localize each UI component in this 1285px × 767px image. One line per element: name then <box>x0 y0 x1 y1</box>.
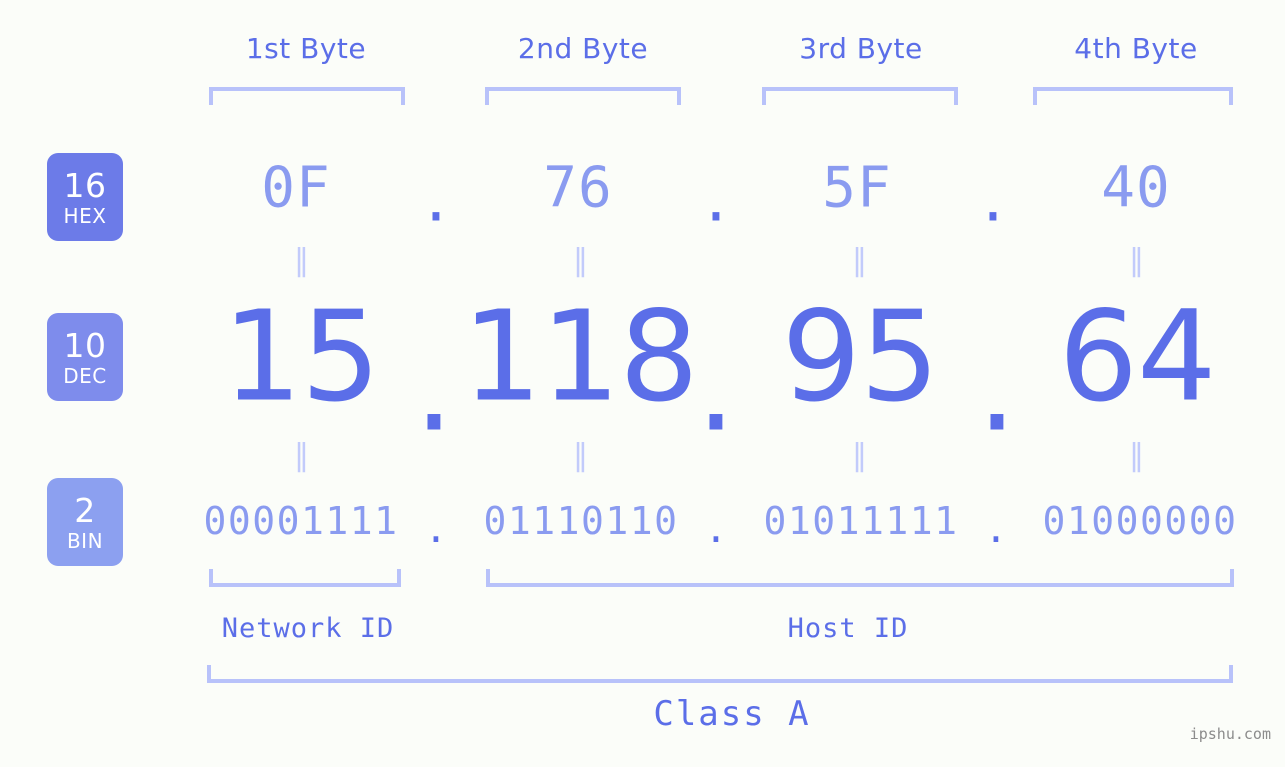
byte-bracket-top-4 <box>1033 87 1233 105</box>
radix-badge-bin: 2 BIN <box>47 478 123 566</box>
bin-separator-2: . <box>704 507 728 551</box>
byte-header-label-3: 3rd Byte <box>799 32 923 65</box>
byte-header-label-2: 2nd Byte <box>517 32 649 65</box>
bin-octet-4: 01000000 <box>1042 499 1238 543</box>
radix-badge-dec-number: 10 <box>63 325 107 365</box>
hex-octet-4: 40 <box>1101 155 1171 221</box>
dec-octet-2: 118 <box>462 284 699 430</box>
radix-badge-bin-abbr: BIN <box>66 528 104 553</box>
hex-separator-1: . <box>419 169 453 235</box>
equivalence-symbol-dec-bin-3: ‖ <box>852 438 868 473</box>
radix-badge-bin-number: 2 <box>74 490 96 530</box>
ip-address-breakdown-diagram: 1st Byte 2nd Byte 3rd Byte 4th Byte 16 H… <box>0 0 1285 767</box>
bin-octet-2: 01110110 <box>483 499 679 543</box>
equivalence-symbol-dec-bin-4: ‖ <box>1129 438 1145 473</box>
hex-separator-2: . <box>699 169 733 235</box>
class-label: Class A <box>653 694 811 734</box>
byte-bracket-top-1 <box>209 87 405 105</box>
equivalence-symbol-hex-dec-1: ‖ <box>294 243 310 278</box>
byte-bracket-top-3 <box>762 87 958 105</box>
host-id-label: Host ID <box>787 613 909 644</box>
radix-badge-hex-number: 16 <box>63 165 107 205</box>
hex-separator-3: . <box>976 169 1010 235</box>
equivalence-symbol-hex-dec-2: ‖ <box>573 243 589 278</box>
dec-separator-2: . <box>696 314 736 460</box>
dec-separator-3: . <box>977 314 1017 460</box>
byte-bracket-top-2 <box>485 87 681 105</box>
radix-badge-dec-abbr: DEC <box>63 363 107 388</box>
network-id-label: Network ID <box>221 613 395 644</box>
bin-octet-3: 01011111 <box>763 499 959 543</box>
equivalence-symbol-hex-dec-3: ‖ <box>852 243 868 278</box>
bin-separator-1: . <box>424 507 448 551</box>
bin-octet-1: 00001111 <box>203 499 399 543</box>
dec-octet-4: 64 <box>1058 284 1216 430</box>
equivalence-symbol-dec-bin-1: ‖ <box>294 438 310 473</box>
host-id-bracket <box>486 569 1234 587</box>
dec-separator-1: . <box>414 314 454 460</box>
equivalence-symbol-hex-dec-4: ‖ <box>1129 243 1145 278</box>
site-watermark: ipshu.com <box>1189 725 1271 743</box>
radix-badge-dec: 10 DEC <box>47 313 123 401</box>
radix-badge-hex: 16 HEX <box>47 153 123 241</box>
dec-octet-1: 15 <box>222 284 380 430</box>
radix-badge-hex-abbr: HEX <box>63 203 107 228</box>
network-id-bracket <box>209 569 401 587</box>
class-bracket <box>207 665 1233 683</box>
hex-octet-1: 0F <box>261 155 331 221</box>
bin-separator-3: . <box>984 507 1008 551</box>
equivalence-symbol-dec-bin-2: ‖ <box>573 438 589 473</box>
hex-octet-3: 5F <box>822 155 892 221</box>
byte-header-label-4: 4th Byte <box>1074 32 1198 65</box>
hex-octet-2: 76 <box>543 155 613 221</box>
byte-header-label-1: 1st Byte <box>245 32 367 65</box>
dec-octet-3: 95 <box>781 284 939 430</box>
